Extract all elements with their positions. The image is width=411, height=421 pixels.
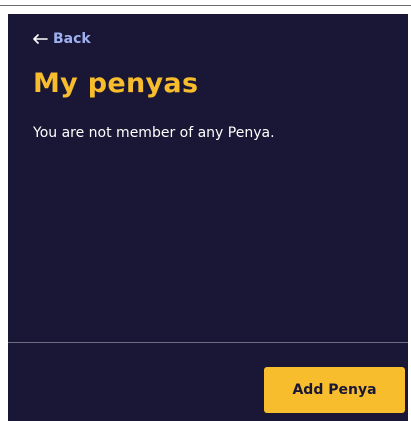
penyas-panel: Back My penyas You are not member of any… (8, 14, 408, 421)
footer-divider (8, 342, 408, 343)
back-link[interactable]: Back (33, 31, 91, 47)
back-label: Back (53, 31, 91, 47)
arrow-left-icon (33, 34, 48, 44)
top-divider (0, 0, 411, 6)
page-title: My penyas (33, 68, 199, 99)
empty-state-message: You are not member of any Penya. (33, 125, 275, 141)
add-penya-button[interactable]: Add Penya (264, 367, 405, 413)
